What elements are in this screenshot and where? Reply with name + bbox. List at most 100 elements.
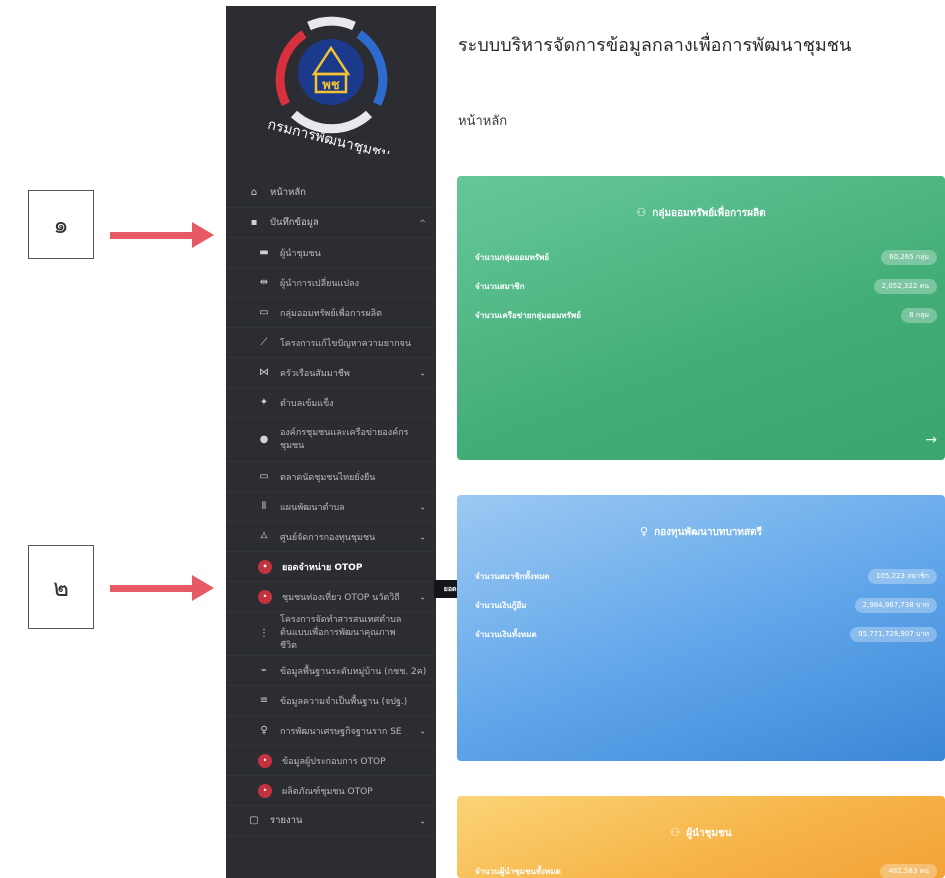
sidebar-item[interactable]: • ผลิตภัณฑ์ชุมชน OTOP <box>226 776 436 806</box>
sidebar-item-label: ศูนย์จัดการกองทุนชุมชน <box>280 532 376 543</box>
card-title-text: กลุ่มออมทรัพย์เพื่อการผลิต <box>652 208 766 219</box>
otop-icon: • <box>258 559 272 574</box>
callout-box-1: ๑ <box>28 190 94 259</box>
stat-label: จำนวนเงินกู้ยืม <box>475 600 527 610</box>
chart-icon: ⦀ <box>261 501 267 512</box>
sidebar-item[interactable]: ⌁ ข้อมูลพื้นฐานระดับหมู่บ้าน (กชช. 2ค) <box>226 656 436 686</box>
sidebar-item[interactable]: • ข้อมูลผู้ประกอบการ OTOP <box>226 746 436 776</box>
people-icon: ⇹ <box>259 277 269 288</box>
community-leaders-card[interactable]: ⚇ ผู้นำชุมชน จำนวนผู้นำชุมชนทั้งหมด 482,5… <box>457 796 945 878</box>
chevron-icon[interactable]: ^ <box>419 218 426 227</box>
sidebar-item[interactable]: ▪ บันทึกข้อมูล ^ <box>226 208 436 238</box>
sidebar-item-label: ตำบลเข้มแข็ง <box>280 398 334 409</box>
stat-value: 482,583 คน <box>880 863 937 878</box>
chevron-icon[interactable]: ⌄ <box>419 532 426 541</box>
stat-value: 95,771,728,907 บาท <box>850 626 937 642</box>
page-title: ระบบบริหารจัดการข้อมูลกลางเพื่อการพัฒนาช… <box>458 35 852 56</box>
fund-icon: ⛼ <box>260 530 268 541</box>
card-title-text: ผู้นำชุมชน <box>686 828 732 839</box>
card-title: ⚇ กลุ่มออมทรัพย์เพื่อการผลิต <box>457 206 945 221</box>
report-icon: ▢ <box>249 815 259 826</box>
sidebar-item[interactable]: ⟋ โครงการแก้ไขปัญหาความยากจน <box>226 328 436 358</box>
person-icon: ♀ <box>640 525 649 538</box>
stat-value: 8 กลุ่ม <box>901 307 937 323</box>
sidebar-item-label: บันทึกข้อมูล <box>270 217 319 228</box>
card-title-text: กองทุนพัฒนาบทบาทสตรี <box>654 527 762 538</box>
sidebar-item[interactable]: ⌂ หน้าหลัก <box>226 178 436 208</box>
sidebar-item-label: ครัวเรือนสัมมาชีพ <box>280 368 350 379</box>
sidebar-item-label: ผู้นำการเปลี่ยนแปลง <box>280 278 359 289</box>
stat-value: 60,265 กลุ่ม <box>881 249 937 265</box>
sidebar-item[interactable]: ⛼ ศูนย์จัดการกองทุนชุมชน ⌄ <box>226 522 436 552</box>
stat-value: 105,223 สมาชิก <box>868 568 937 584</box>
stat-row: จำนวนเงินทั้งหมด 95,771,728,907 บาท <box>475 625 937 643</box>
group-icon: ⚇ <box>670 826 681 839</box>
sidebar-item[interactable]: ♀ การพัฒนาเศรษฐกิจฐานราก SE ⌄ <box>226 716 436 746</box>
people-icon: ⚇ <box>636 206 647 219</box>
stat-label: จำนวนกลุ่มออมทรัพย์ <box>475 252 550 262</box>
stat-row: จำนวนผู้นำชุมชนทั้งหมด 482,583 คน <box>475 862 937 878</box>
sidebar-item-label: ยอดจำหน่าย OTOP <box>282 562 363 573</box>
sidebar-item[interactable]: ⦀ แผนพัฒนาตำบล ⌄ <box>226 492 436 522</box>
tool-icon: ⟋ <box>260 337 268 348</box>
stat-row: จำนวนสมาชิกทั้งหมด 105,223 สมาชิก <box>475 567 937 585</box>
bank-icon: ▭ <box>259 307 269 318</box>
arrow-right-icon[interactable]: → <box>925 432 937 448</box>
otop-icon: • <box>258 589 272 604</box>
callout-arrow-1 <box>110 222 214 248</box>
breadcrumb[interactable]: หน้าหลัก <box>458 110 507 131</box>
sidebar-item[interactable]: ▢ รายงาน ⌄ <box>226 806 436 836</box>
callout-label-1: ๑ <box>53 211 69 239</box>
chevron-icon[interactable]: ⌄ <box>419 592 426 601</box>
sidebar: พช กรมการพัฒนาชุมชน ⌂ หน้าหลัก ▪ บันทึกข้อม… <box>226 6 436 878</box>
stat-row: จำนวนสมาชิก 2,052,322 คน <box>475 277 937 295</box>
stat-label: จำนวนเครือข่ายกลุ่มออมทรัพย์ <box>475 310 581 320</box>
village-icon: ⌁ <box>260 665 268 676</box>
otop-icon: • <box>258 753 272 768</box>
callout-arrow-2 <box>110 575 214 601</box>
chevron-icon[interactable]: ⌄ <box>419 502 426 511</box>
sidebar-item-label: ชุมชนท่องเที่ยว OTOP นวัตวิถี <box>282 592 400 603</box>
savings-group-card[interactable]: ⚇ กลุ่มออมทรัพย์เพื่อการผลิต จำนวนกลุ่มออ… <box>457 176 945 460</box>
tree-icon: ✦ <box>259 397 269 408</box>
stat-row: จำนวนกลุ่มออมทรัพย์ 60,265 กลุ่ม <box>475 248 937 266</box>
card-title: ♀ กองทุนพัฒนาบทบาทสตรี <box>457 525 945 540</box>
network-icon: ● <box>259 434 269 445</box>
logo-caption: กรมการพัฒนาชุมชน <box>266 117 393 154</box>
save-icon: ▪ <box>250 217 258 228</box>
stat-label: จำนวนสมาชิกทั้งหมด <box>475 571 550 581</box>
department-logo[interactable]: พช กรมการพัฒนาชุมชน <box>264 14 399 163</box>
stat-row: จำนวนเครือข่ายกลุ่มออมทรัพย์ 8 กลุ่ม <box>475 306 937 324</box>
logo-emblem-text: พช <box>322 78 340 93</box>
sidebar-item[interactable]: ≡ ข้อมูลความจำเป็นพื้นฐาน (จปฐ.) <box>226 686 436 716</box>
stat-value: 2,052,322 คน <box>873 278 937 294</box>
sidebar-item[interactable]: ⇹ ผู้นำการเปลี่ยนแปลง <box>226 268 436 298</box>
sidebar-nav: ⌂ หน้าหลัก ▪ บันทึกข้อมูล ^ ▬ ผู้นำชุมชน ⇹ ผู้นำ… <box>226 178 436 836</box>
womens-fund-card[interactable]: ♀ กองทุนพัฒนาบทบาทสตรี จำนวนสมาชิกทั้งหมด… <box>457 495 945 761</box>
chevron-icon[interactable]: ⌄ <box>419 816 426 825</box>
sidebar-item-label: ข้อมูลความจำเป็นพื้นฐาน (จปฐ.) <box>280 696 408 707</box>
chevron-icon[interactable]: ⌄ <box>419 726 426 735</box>
sidebar-item[interactable]: ⋈ ครัวเรือนสัมมาชีพ ⌄ <box>226 358 436 388</box>
otop-icon: • <box>258 783 272 798</box>
bulb-icon: ♀ <box>260 725 268 736</box>
sidebar-item-label: โครงการแก้ไขปัญหาความยากจน <box>280 338 411 349</box>
shop-icon: ▭ <box>259 471 269 482</box>
callout-label-2: ๒ <box>53 573 69 602</box>
sidebar-item[interactable]: ✦ ตำบลเข้มแข็ง <box>226 388 436 418</box>
sidebar-item[interactable]: ▭ ตลาดนัดชุมชนไทยยั่งยืน <box>226 462 436 492</box>
card-title: ⚇ ผู้นำชุมชน <box>457 826 945 841</box>
chevron-icon[interactable]: ⌄ <box>419 368 426 377</box>
sidebar-item[interactable]: ● องค์กรชุมชนและเครือข่ายองค์กรชุมชน <box>226 418 436 462</box>
sidebar-item[interactable]: • ชุมชนท่องเที่ยว OTOP นวัตวิถี ⌄ <box>226 582 436 612</box>
sidebar-item[interactable]: ⋮ โครงการจัดทำสารสนเทศตำบลต้นแบบเพื่อการพ… <box>226 612 436 656</box>
stat-label: จำนวนสมาชิก <box>475 281 525 291</box>
sidebar-item[interactable]: ▬ ผู้นำชุมชน <box>226 238 436 268</box>
sidebar-item-label: ข้อมูลพื้นฐานระดับหมู่บ้าน (กชช. 2ค) <box>280 666 427 677</box>
group-icon: ⋈ <box>259 367 269 378</box>
home-icon: ⌂ <box>250 187 258 198</box>
sidebar-item[interactable]: • ยอดจำหน่าย OTOP <box>226 552 436 582</box>
sidebar-item-label: องค์กรชุมชนและเครือข่ายองค์กรชุมชน <box>280 427 409 451</box>
callout-box-2: ๒ <box>28 545 94 629</box>
sidebar-item[interactable]: ▭ กลุ่มออมทรัพย์เพื่อการผลิต <box>226 298 436 328</box>
